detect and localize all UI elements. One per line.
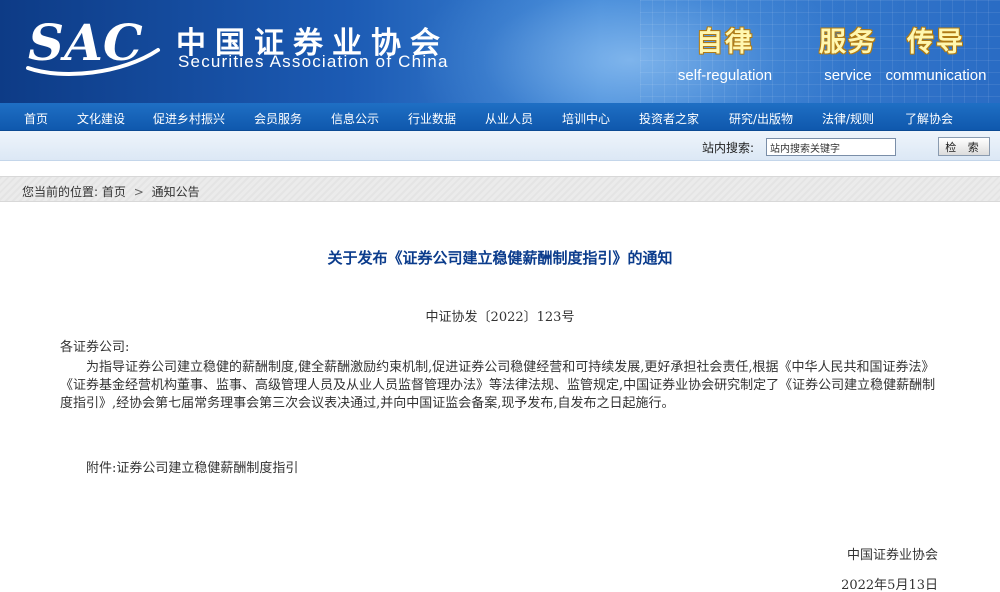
nav-item-practitioners[interactable]: 从业人员 [485, 110, 533, 127]
slogan-communication: 传导 communication [872, 20, 1000, 84]
breadcrumb: 您当前的位置: 首页 > 通知公告 [0, 176, 1000, 202]
article-title: 关于发布《证券公司建立稳健薪酬制度指引》的通知 [327, 249, 673, 267]
breadcrumb-separator: > [133, 185, 144, 199]
nav-item-rural-revival[interactable]: 促进乡村振兴 [153, 110, 225, 127]
org-name-en: Securities Association of China [178, 52, 449, 71]
slogan-self-regulation: 自律 self-regulation [660, 20, 790, 84]
document-number: 中证协发〔2022〕123号 [425, 310, 575, 325]
article-body: 为指导证券公司建立稳健的薪酬制度,健全薪酬激励约束机制,促进证券公司稳健经营和可… [60, 360, 936, 411]
main-nav: 首页 文化建设 促进乡村振兴 会员服务 信息公示 行业数据 从业人员 培训中心 … [0, 103, 1000, 131]
sac-logo[interactable]: SAC [22, 10, 162, 82]
slogan-cn: 自律 [696, 27, 754, 58]
search-input[interactable] [766, 138, 896, 156]
header-banner: SAC 中国证券业协会 Securities Association of Ch… [0, 0, 1000, 103]
nav-item-laws-rules[interactable]: 法律/规则 [822, 110, 874, 127]
breadcrumb-prefix: 您当前的位置: [22, 185, 99, 199]
search-button[interactable]: 检 索 [938, 137, 990, 156]
nav-item-investors[interactable]: 投资者之家 [639, 110, 699, 127]
signature-organization: 中国证券业协会 [846, 548, 938, 563]
slogan-en: self-regulation [677, 67, 773, 84]
nav-item-about[interactable]: 了解协会 [905, 110, 953, 127]
nav-item-industry-data[interactable]: 行业数据 [408, 110, 456, 127]
nav-item-research[interactable]: 研究/出版物 [729, 110, 793, 127]
svg-text:SAC: SAC [28, 13, 143, 72]
breadcrumb-current-link[interactable]: 通知公告 [152, 185, 200, 199]
nav-item-member-service[interactable]: 会员服务 [254, 110, 302, 127]
search-label: 站内搜索: [702, 141, 755, 155]
nav-item-training[interactable]: 培训中心 [562, 110, 610, 127]
breadcrumb-home-link[interactable]: 首页 [102, 185, 126, 199]
article-greeting: 各证券公司: [60, 340, 130, 355]
nav-item-home[interactable]: 首页 [24, 110, 48, 127]
slogan-en: communication [885, 67, 987, 84]
slogan-cn: 传导 [907, 27, 965, 58]
search-bar: 站内搜索: 检 索 [0, 131, 1000, 161]
sac-logo-icon: SAC [26, 13, 160, 76]
nav-item-disclosure[interactable]: 信息公示 [331, 110, 379, 127]
nav-item-culture[interactable]: 文化建设 [77, 110, 125, 127]
attachment-link[interactable]: 附件:证券公司建立稳健薪酬制度指引 [86, 457, 298, 476]
signature-date: 2022年5月13日 [841, 578, 938, 592]
